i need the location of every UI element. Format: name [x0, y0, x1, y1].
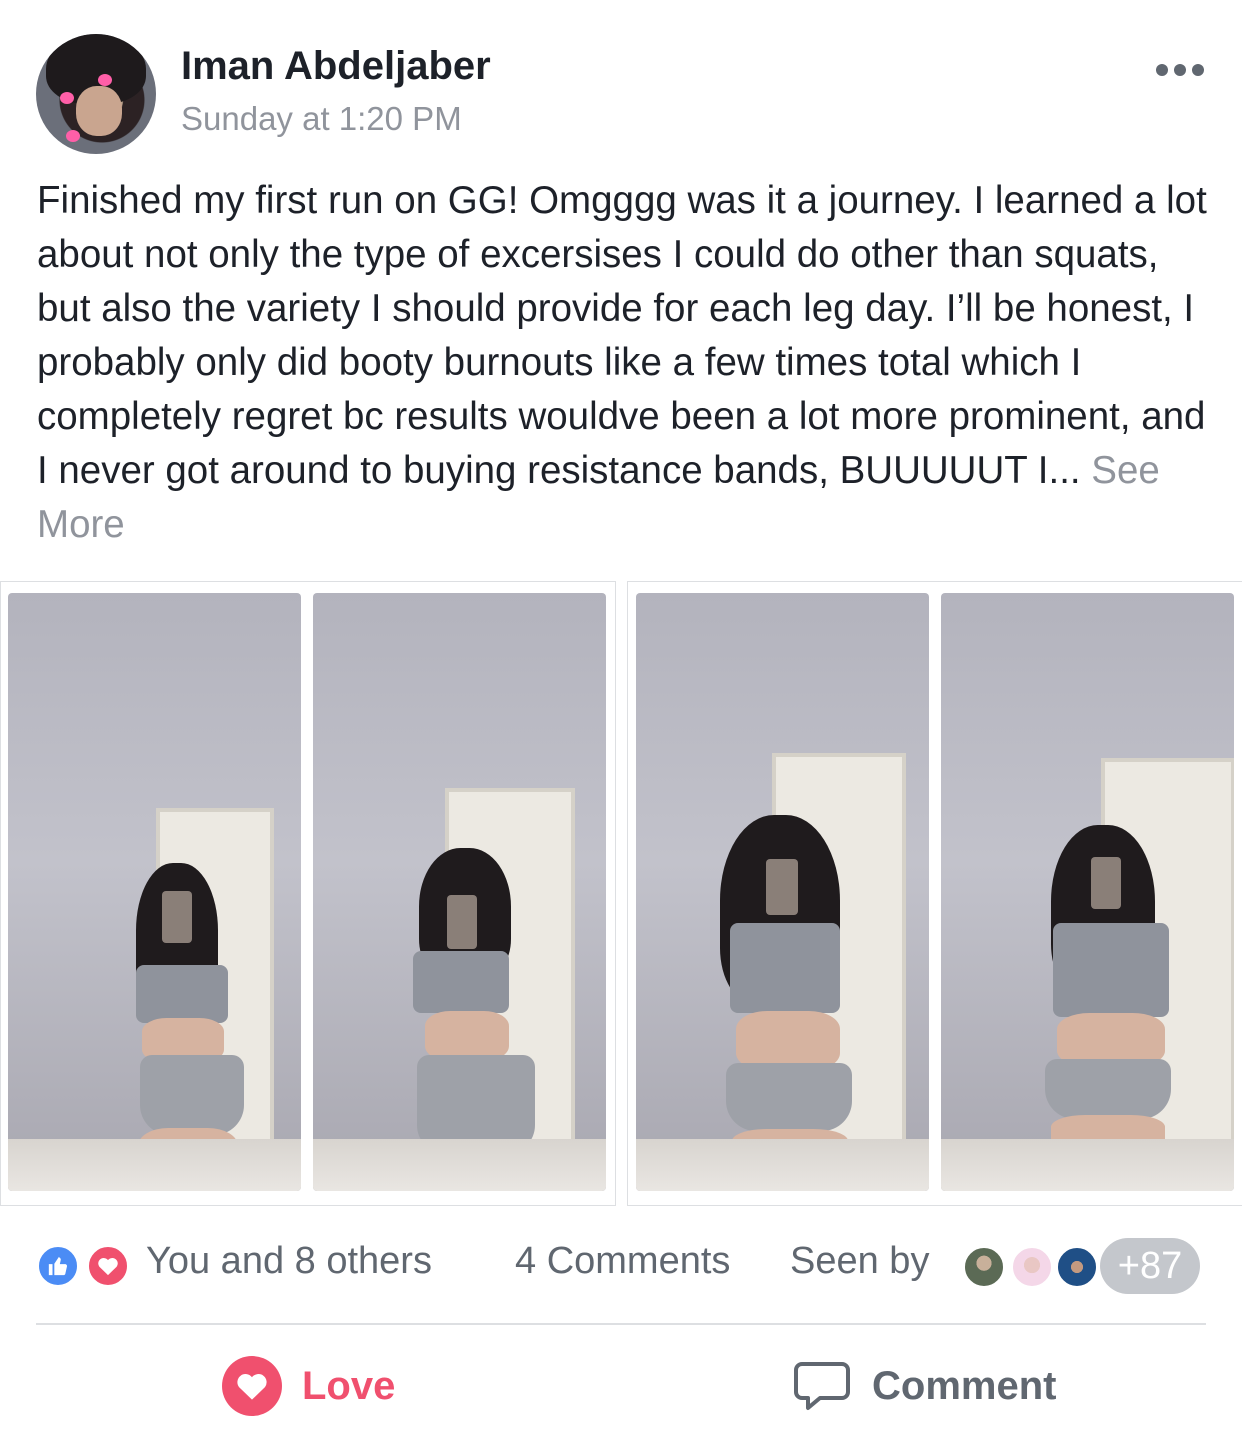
post-text: Finished my first run on GG! Omgggg was …	[37, 179, 1207, 492]
post-body: Finished my first run on GG! Omgggg was …	[37, 174, 1212, 552]
photo-3[interactable]	[636, 593, 929, 1191]
photo-1[interactable]	[8, 593, 301, 1191]
photo-4[interactable]	[941, 593, 1234, 1191]
post-timestamp[interactable]: Sunday at 1:20 PM	[181, 100, 462, 138]
reaction-summary[interactable]: You and 8 others	[146, 1240, 432, 1283]
seen-avatar[interactable]	[1010, 1245, 1054, 1289]
love-icon	[222, 1356, 282, 1416]
photo-2[interactable]	[313, 593, 606, 1191]
author-avatar[interactable]	[36, 34, 156, 154]
love-label: Love	[302, 1363, 396, 1408]
comment-label: Comment	[872, 1363, 1057, 1408]
seen-avatar[interactable]	[1055, 1245, 1099, 1289]
love-button[interactable]: Love	[222, 1354, 395, 1418]
post-header: Iman Abdeljaber Sunday at 1:20 PM	[0, 0, 1242, 170]
seen-avatar[interactable]	[962, 1245, 1006, 1289]
seen-by-label[interactable]: Seen by	[790, 1240, 929, 1283]
seen-more-count[interactable]: +87	[1100, 1238, 1200, 1294]
love-reaction-icon	[86, 1244, 130, 1288]
like-reaction-icon	[36, 1244, 80, 1288]
author-name[interactable]: Iman Abdeljaber	[181, 44, 491, 89]
comment-bubble-icon	[794, 1360, 850, 1412]
divider	[36, 1323, 1206, 1325]
more-options-icon[interactable]	[1156, 64, 1208, 78]
comment-button[interactable]: Comment	[794, 1354, 1056, 1418]
comments-count[interactable]: 4 Comments	[515, 1240, 730, 1283]
